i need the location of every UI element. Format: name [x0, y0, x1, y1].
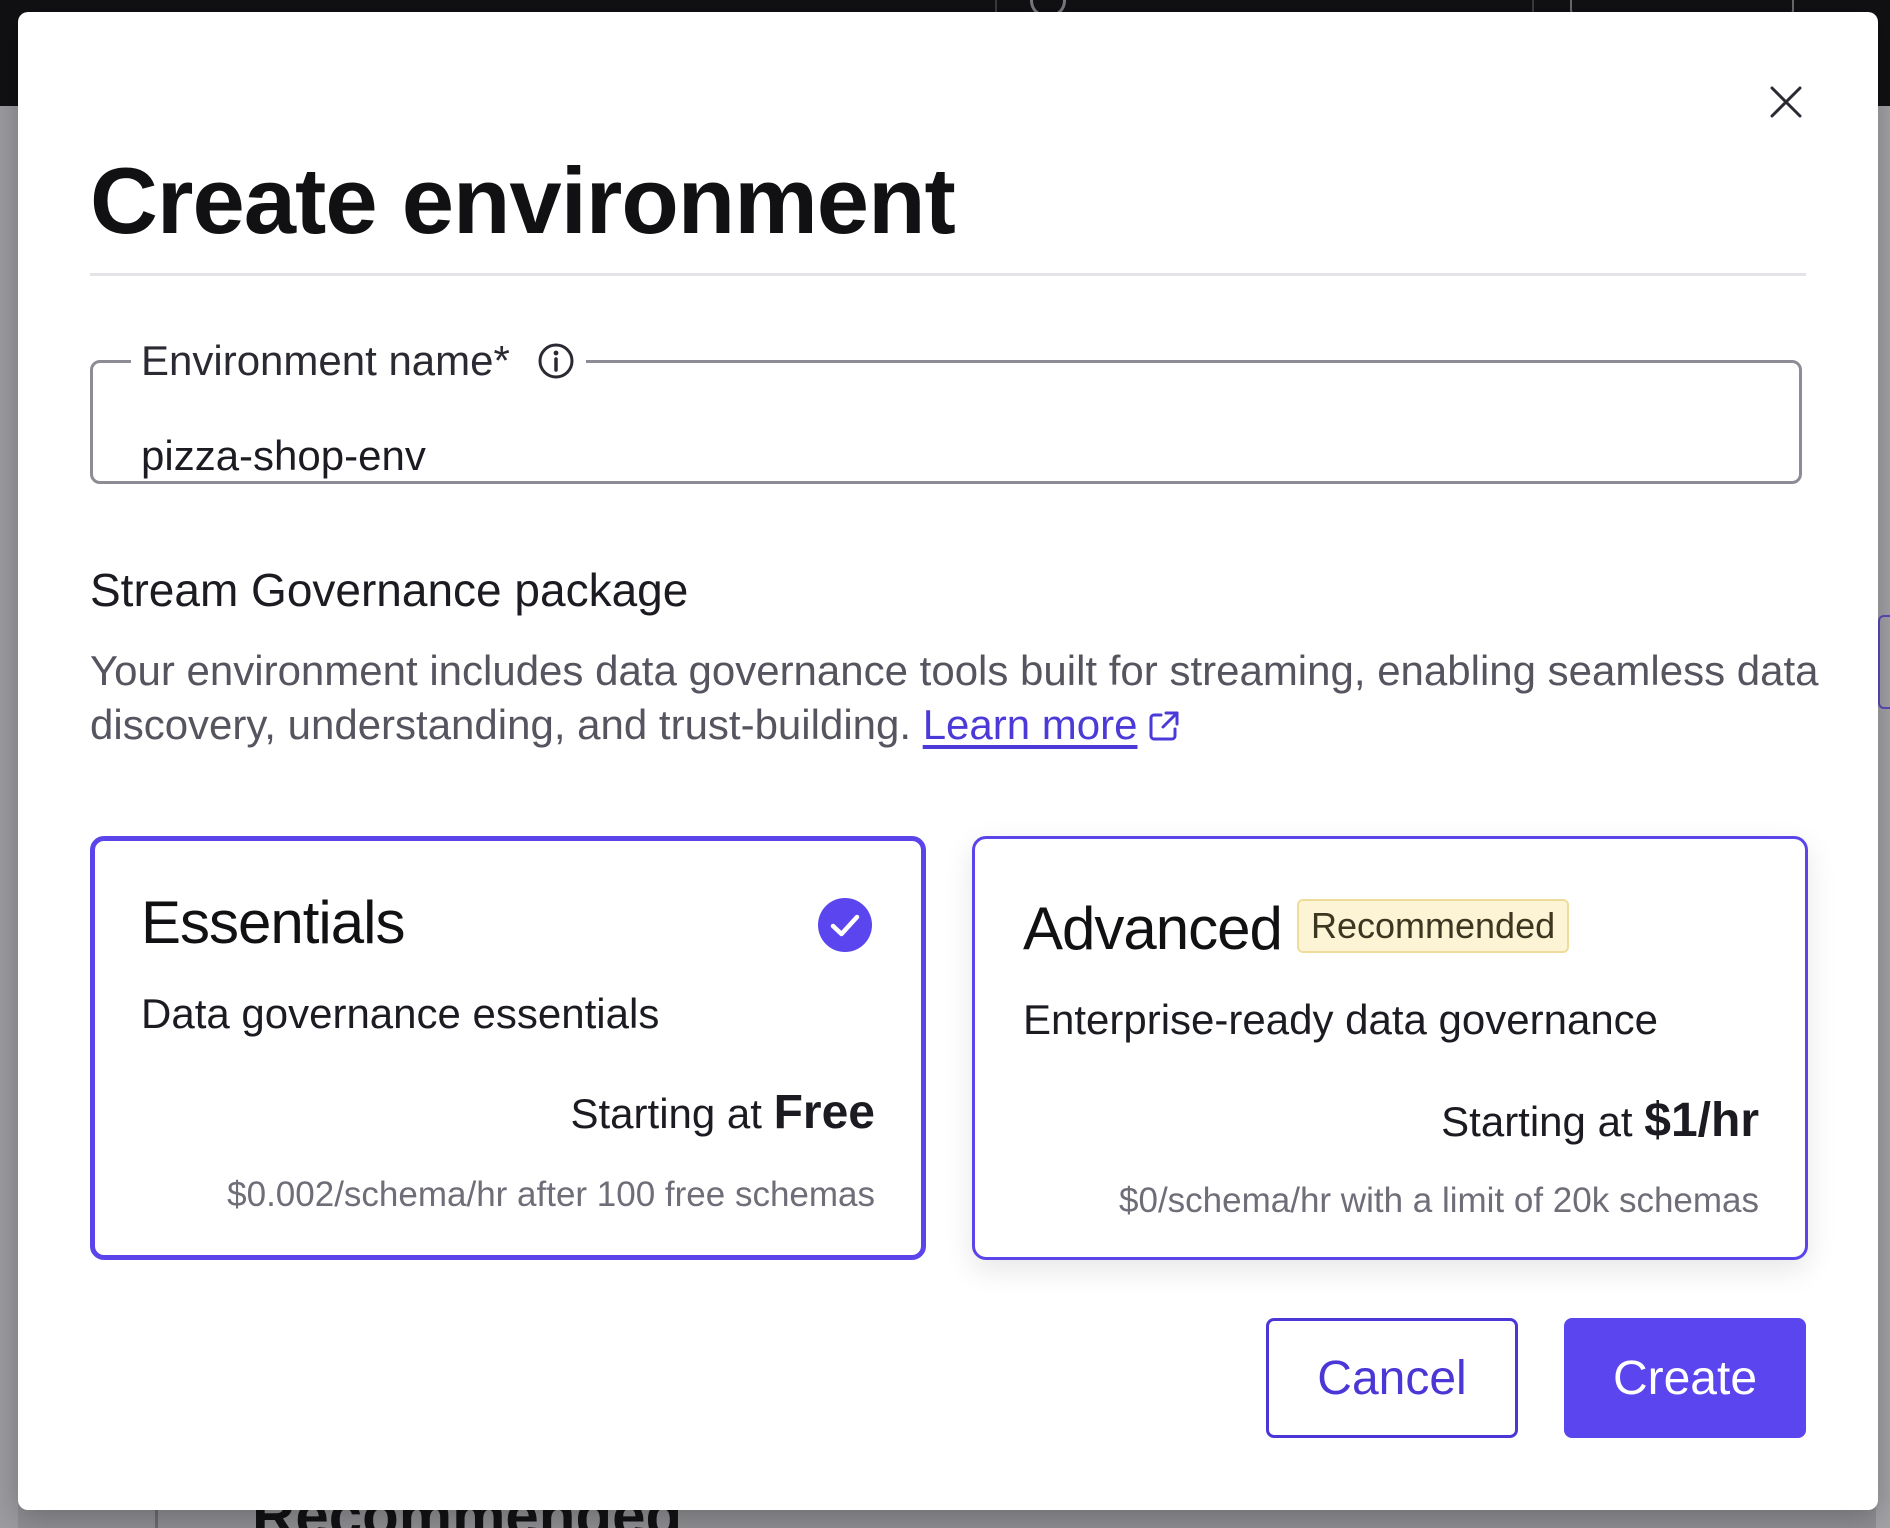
- environment-name-field[interactable]: Environment name*: [90, 340, 1802, 484]
- close-icon: [1770, 86, 1802, 118]
- selected-check-icon: [818, 898, 872, 952]
- create-environment-modal: Create environment Environment name* Str…: [18, 12, 1878, 1510]
- background-right-accent: [1878, 615, 1890, 709]
- environment-name-input[interactable]: [141, 432, 1641, 480]
- governance-description: Your environment includes data governanc…: [90, 644, 1830, 752]
- price-prefix: Starting at: [1441, 1098, 1645, 1145]
- recommended-badge: Recommended: [1297, 899, 1570, 953]
- background-left-panel: [0, 106, 18, 1528]
- price-value: $1/hr: [1644, 1094, 1759, 1147]
- info-icon[interactable]: [536, 341, 576, 381]
- environment-name-label: Environment name*: [131, 340, 586, 382]
- create-button[interactable]: Create: [1564, 1318, 1806, 1438]
- modal-title: Create environment: [90, 148, 956, 253]
- package-name: Essentials: [141, 889, 405, 956]
- environment-name-label-text: Environment name*: [141, 337, 510, 384]
- package-price: Starting at $1/hr: [1441, 1097, 1759, 1145]
- background-right-panel: [1876, 106, 1890, 1528]
- learn-more-link[interactable]: Learn more: [923, 701, 1182, 748]
- close-button[interactable]: [1763, 79, 1809, 125]
- package-price-note: $0.002/schema/hr after 100 free schemas: [227, 1175, 875, 1214]
- title-divider: [90, 273, 1806, 276]
- package-card-essentials[interactable]: Essentials Data governance essentials St…: [90, 836, 926, 1260]
- package-price-note: $0/schema/hr with a limit of 20k schemas: [1119, 1181, 1759, 1220]
- package-card-advanced[interactable]: Advanced Recommended Enterprise-ready da…: [972, 836, 1808, 1260]
- price-value: Free: [773, 1086, 875, 1139]
- governance-heading: Stream Governance package: [90, 564, 689, 616]
- package-name: Advanced: [1023, 895, 1283, 962]
- package-description: Data governance essentials: [141, 990, 660, 1037]
- package-description: Enterprise-ready data governance: [1023, 996, 1659, 1043]
- learn-more-text: Learn more: [922, 701, 1138, 748]
- package-price: Starting at Free: [571, 1089, 876, 1137]
- external-link-icon: [1149, 711, 1179, 741]
- cancel-button[interactable]: Cancel: [1266, 1318, 1518, 1438]
- price-prefix: Starting at: [570, 1090, 774, 1137]
